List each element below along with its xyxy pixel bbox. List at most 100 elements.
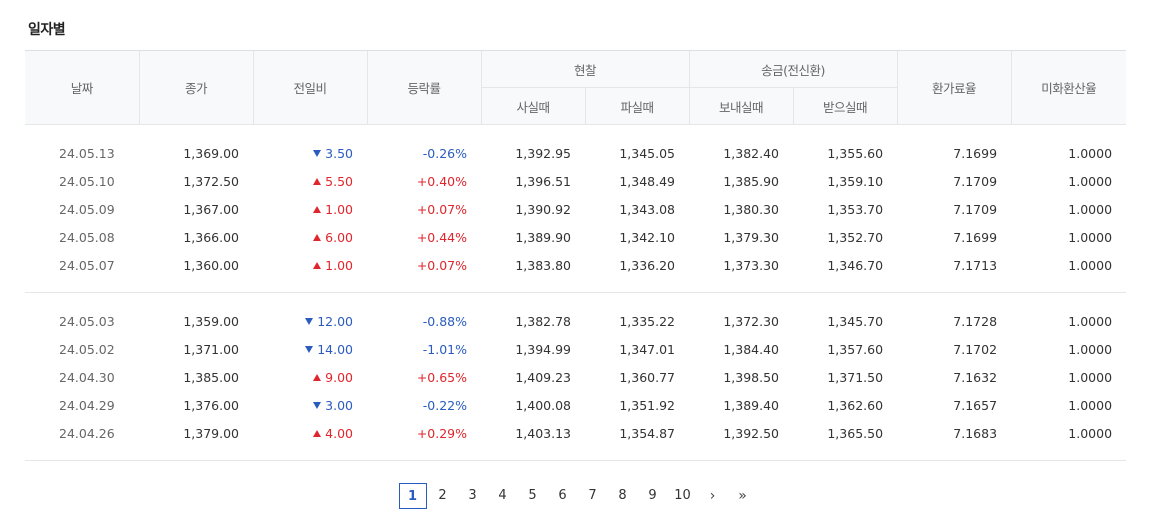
cell-usd-rate: 1.0000	[1068, 425, 1113, 441]
group-divider-cell	[25, 447, 1127, 461]
cell-change-value: 5.50	[325, 173, 353, 189]
cell-remit-send: 1,384.40	[723, 341, 780, 357]
cell-remit-receive: 1,345.70	[827, 313, 884, 329]
triangle-up-icon	[313, 429, 322, 437]
page-link-8[interactable]: 8	[609, 483, 637, 509]
cell-change-value: 9.00	[325, 369, 353, 385]
cell-usd-rate: 1.0000	[1068, 397, 1113, 413]
page-link-9[interactable]: 9	[639, 483, 667, 509]
table-row: 24.05.10 1,372.50 5.50 +0.40% 1,396.51 1,348.…	[25, 167, 1126, 195]
table-row: 24.04.26 1,379.00 4.00 +0.29% 1,403.13 1,354.…	[25, 419, 1126, 447]
cell-change: 5.50	[253, 167, 367, 195]
header-close: 종가	[138, 50, 253, 125]
cell-cash-buy: 1,392.95	[515, 145, 571, 161]
page-link-1[interactable]: 1	[398, 483, 427, 509]
table-header: 날짜 종가 전일비 등락률 현찰 송금(전신환) 환가료율 미화환산율 사실때 …	[25, 50, 1127, 125]
header-usd-rate: 미화환산율	[1010, 50, 1127, 125]
cell-change-value: 14.00	[317, 341, 353, 357]
cell-change-value: 1.00	[325, 201, 353, 217]
cell-date: 24.05.09	[59, 201, 115, 217]
group-divider	[25, 447, 1127, 461]
cell-exchange-rate: 7.1699	[953, 145, 998, 161]
triangle-up-icon	[313, 261, 322, 269]
table-row: 24.04.30 1,385.00 9.00 +0.65% 1,409.23 1,360.…	[25, 363, 1126, 391]
chevron-right-icon[interactable]: ›	[699, 483, 727, 509]
cell-remit-receive: 1,371.50	[827, 369, 884, 385]
cell-cash-buy: 1,390.92	[515, 201, 571, 217]
row-spacer	[25, 125, 1126, 140]
cell-remit-send: 1,379.30	[723, 229, 780, 245]
cell-cash-sell: 1,348.49	[619, 173, 676, 189]
cell-change: 4.00	[253, 419, 367, 447]
cell-rate: +0.07%	[416, 201, 467, 217]
cell-remit-send: 1,373.30	[723, 257, 780, 273]
cell-remit-send: 1,385.90	[723, 173, 780, 189]
cell-cash-buy: 1,403.13	[515, 425, 571, 441]
double-chevron-right-icon[interactable]: »	[729, 483, 757, 509]
triangle-up-icon	[313, 205, 322, 213]
cell-close: 1,372.50	[183, 173, 239, 189]
page-link-5[interactable]: 5	[519, 483, 547, 509]
cell-change: 3.00	[253, 391, 367, 419]
triangle-down-icon	[305, 317, 314, 325]
cell-remit-send: 1,380.30	[723, 201, 780, 217]
cell-exchange-rate: 7.1709	[953, 201, 998, 217]
header-date: 날짜	[25, 50, 139, 125]
cell-change: 6.00	[253, 223, 367, 251]
cell-usd-rate: 1.0000	[1068, 145, 1113, 161]
cell-date: 24.04.29	[59, 397, 115, 413]
cell-remit-send: 1,398.50	[723, 369, 780, 385]
cell-change-value: 6.00	[325, 229, 353, 245]
cell-date: 24.05.13	[59, 145, 115, 161]
cell-change: 3.50	[253, 139, 367, 167]
triangle-down-icon	[305, 345, 314, 353]
cell-usd-rate: 1.0000	[1068, 257, 1113, 273]
cell-close: 1,371.00	[183, 341, 239, 357]
cell-cash-sell: 1,343.08	[619, 201, 676, 217]
cell-cash-buy: 1,396.51	[515, 173, 571, 189]
cell-remit-receive: 1,362.60	[827, 397, 884, 413]
cell-close: 1,376.00	[183, 397, 239, 413]
cell-close: 1,379.00	[183, 425, 239, 441]
cell-close: 1,369.00	[183, 145, 239, 161]
cell-rate: +0.29%	[416, 425, 467, 441]
cell-date: 24.05.02	[59, 341, 115, 357]
cell-change: 12.00	[253, 307, 367, 335]
header-cash: 현찰	[480, 50, 690, 88]
cell-date: 24.05.03	[59, 313, 115, 329]
table-row: 24.05.13 1,369.00 3.50 -0.26% 1,392.95 1,345.…	[25, 139, 1126, 167]
group-divider	[25, 279, 1127, 293]
page-link-7[interactable]: 7	[579, 483, 607, 509]
table-row: 24.05.07 1,360.00 1.00 +0.07% 1,383.80 1,336.…	[25, 251, 1126, 279]
row-spacer	[25, 293, 1126, 308]
cell-exchange-rate: 7.1728	[953, 313, 998, 329]
page-link-2[interactable]: 2	[429, 483, 457, 509]
triangle-down-icon	[313, 149, 322, 157]
cell-exchange-rate: 7.1713	[953, 257, 998, 273]
row-spacer-cell	[25, 293, 1126, 308]
cell-exchange-rate: 7.1709	[953, 173, 998, 189]
table-row: 24.05.03 1,359.00 12.00 -0.88% 1,382.78 1,335…	[25, 307, 1126, 335]
cell-rate: +0.65%	[416, 369, 467, 385]
page-link-4[interactable]: 4	[489, 483, 517, 509]
cell-change: 1.00	[253, 195, 367, 223]
cell-close: 1,360.00	[183, 257, 239, 273]
cell-remit-send: 1,382.40	[723, 145, 780, 161]
cell-cash-sell: 1,360.77	[619, 369, 676, 385]
table-row: 24.05.02 1,371.00 14.00 -1.01% 1,394.99 1,347…	[25, 335, 1126, 363]
cell-rate: -0.22%	[422, 397, 467, 413]
cell-rate: +0.40%	[416, 173, 467, 189]
cell-change-value: 3.00	[325, 397, 353, 413]
cell-usd-rate: 1.0000	[1068, 201, 1113, 217]
cell-rate: -0.88%	[422, 313, 467, 329]
page-link-10[interactable]: 10	[669, 483, 697, 509]
cell-exchange-rate: 7.1632	[953, 369, 998, 385]
page-link-3[interactable]: 3	[459, 483, 487, 509]
cell-cash-sell: 1,342.10	[619, 229, 676, 245]
cell-change-value: 12.00	[317, 313, 353, 329]
cell-cash-buy: 1,389.90	[515, 229, 571, 245]
daily-exchange-rate-table: 날짜 종가 전일비 등락률 현찰 송금(전신환) 환가료율 미화환산율 사실때 …	[25, 50, 1127, 461]
page-link-6[interactable]: 6	[549, 483, 577, 509]
cell-date: 24.05.10	[59, 173, 115, 189]
table-row: 24.05.08 1,366.00 6.00 +0.44% 1,389.90 1,342.…	[25, 223, 1126, 251]
